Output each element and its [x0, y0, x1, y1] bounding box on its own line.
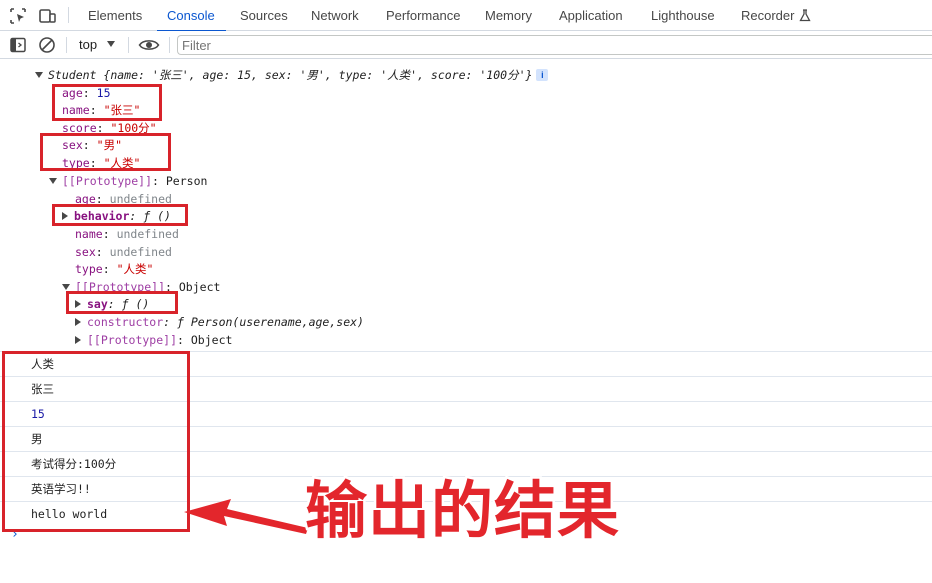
console-toolbar: top: [0, 31, 932, 59]
prototype-person-row[interactable]: [[Prototype]]: Person: [49, 173, 207, 190]
live-expression-eye-icon[interactable]: [138, 36, 160, 54]
highlight-box: [40, 133, 171, 171]
chevron-down-icon[interactable]: [107, 41, 115, 47]
prop-key: name: [75, 227, 103, 241]
object-summary-row[interactable]: Student {name: '张三', age: 15, sex: '男', …: [35, 67, 549, 84]
prop-key: type: [75, 262, 103, 276]
prop-key: [[Prototype]]: [87, 333, 178, 347]
toolbar-divider: [169, 37, 170, 53]
highlight-box: [66, 291, 178, 314]
toolbar-divider: [128, 37, 129, 53]
tab-recorder-label: Recorder: [741, 8, 795, 23]
context-selector[interactable]: top: [79, 31, 97, 59]
inspect-element-icon[interactable]: [9, 7, 27, 25]
expand-triangle-icon[interactable]: [49, 178, 57, 184]
output-highlight-box: [2, 351, 190, 532]
prop-value: Object: [178, 280, 221, 294]
tab-elements[interactable]: Elements: [88, 0, 142, 31]
prop-sep: :: [102, 262, 117, 276]
device-toolbar-icon[interactable]: [38, 7, 56, 25]
tab-network[interactable]: Network: [311, 0, 359, 31]
collapse-triangle-icon[interactable]: [75, 336, 81, 344]
tab-application[interactable]: Application: [559, 0, 623, 31]
object-preview: {name: '张三', age: 15, sex: '男', type: '人…: [103, 68, 533, 82]
prop-sep: :: [163, 315, 178, 329]
highlight-box: [52, 204, 188, 226]
info-icon[interactable]: i: [536, 69, 549, 81]
proto-prop-sex: sex: undefined: [75, 244, 172, 261]
sidebar-toggle-icon[interactable]: [9, 36, 27, 54]
toolbar-divider: [66, 37, 67, 53]
tab-divider: [68, 7, 69, 23]
arrow-icon: [184, 499, 308, 534]
tab-memory[interactable]: Memory: [485, 0, 532, 31]
prop-sep: :: [95, 245, 110, 259]
proto-prop-prototype[interactable]: [[Prototype]]: Object: [75, 332, 232, 349]
prop-key: sex: [75, 245, 96, 259]
expand-triangle-icon[interactable]: [62, 284, 70, 290]
devtools-tab-bar: Elements Console Sources Network Perform…: [0, 0, 932, 32]
tab-performance[interactable]: Performance: [386, 0, 460, 31]
filter-input[interactable]: [177, 35, 932, 55]
proto-prop-type: type: "人类": [75, 261, 153, 278]
proto-prop-name: name: undefined: [75, 226, 179, 243]
prop-value: undefined: [109, 245, 172, 259]
object-class-name: Student: [48, 68, 104, 82]
prop-value: Person: [165, 174, 208, 188]
annotation-label: 输出的结果: [302, 472, 621, 550]
prop-sep: :: [102, 227, 117, 241]
highlight-box: [52, 84, 162, 121]
prop-key: constructor: [87, 315, 164, 329]
tab-lighthouse[interactable]: Lighthouse: [651, 0, 715, 31]
prop-value: undefined: [116, 227, 179, 241]
proto-prop-constructor[interactable]: constructor: ƒ Person(userename,age,sex): [75, 314, 364, 331]
prop-sep: :: [177, 333, 191, 347]
tab-recorder[interactable]: Recorder: [741, 0, 811, 31]
expand-triangle-icon[interactable]: [35, 72, 43, 78]
flask-icon: [799, 9, 811, 22]
prop-value: Object: [190, 333, 233, 347]
collapse-triangle-icon[interactable]: [75, 318, 81, 326]
tab-sources[interactable]: Sources: [240, 0, 288, 31]
prop-key: [[Prototype]]: [62, 174, 153, 188]
clear-console-icon[interactable]: [38, 36, 56, 54]
prop-value: ƒ Person(userename,age,sex): [177, 315, 364, 329]
prop-sep: :: [152, 174, 166, 188]
tab-console[interactable]: Console: [157, 0, 226, 32]
prop-value: "人类": [116, 262, 154, 276]
